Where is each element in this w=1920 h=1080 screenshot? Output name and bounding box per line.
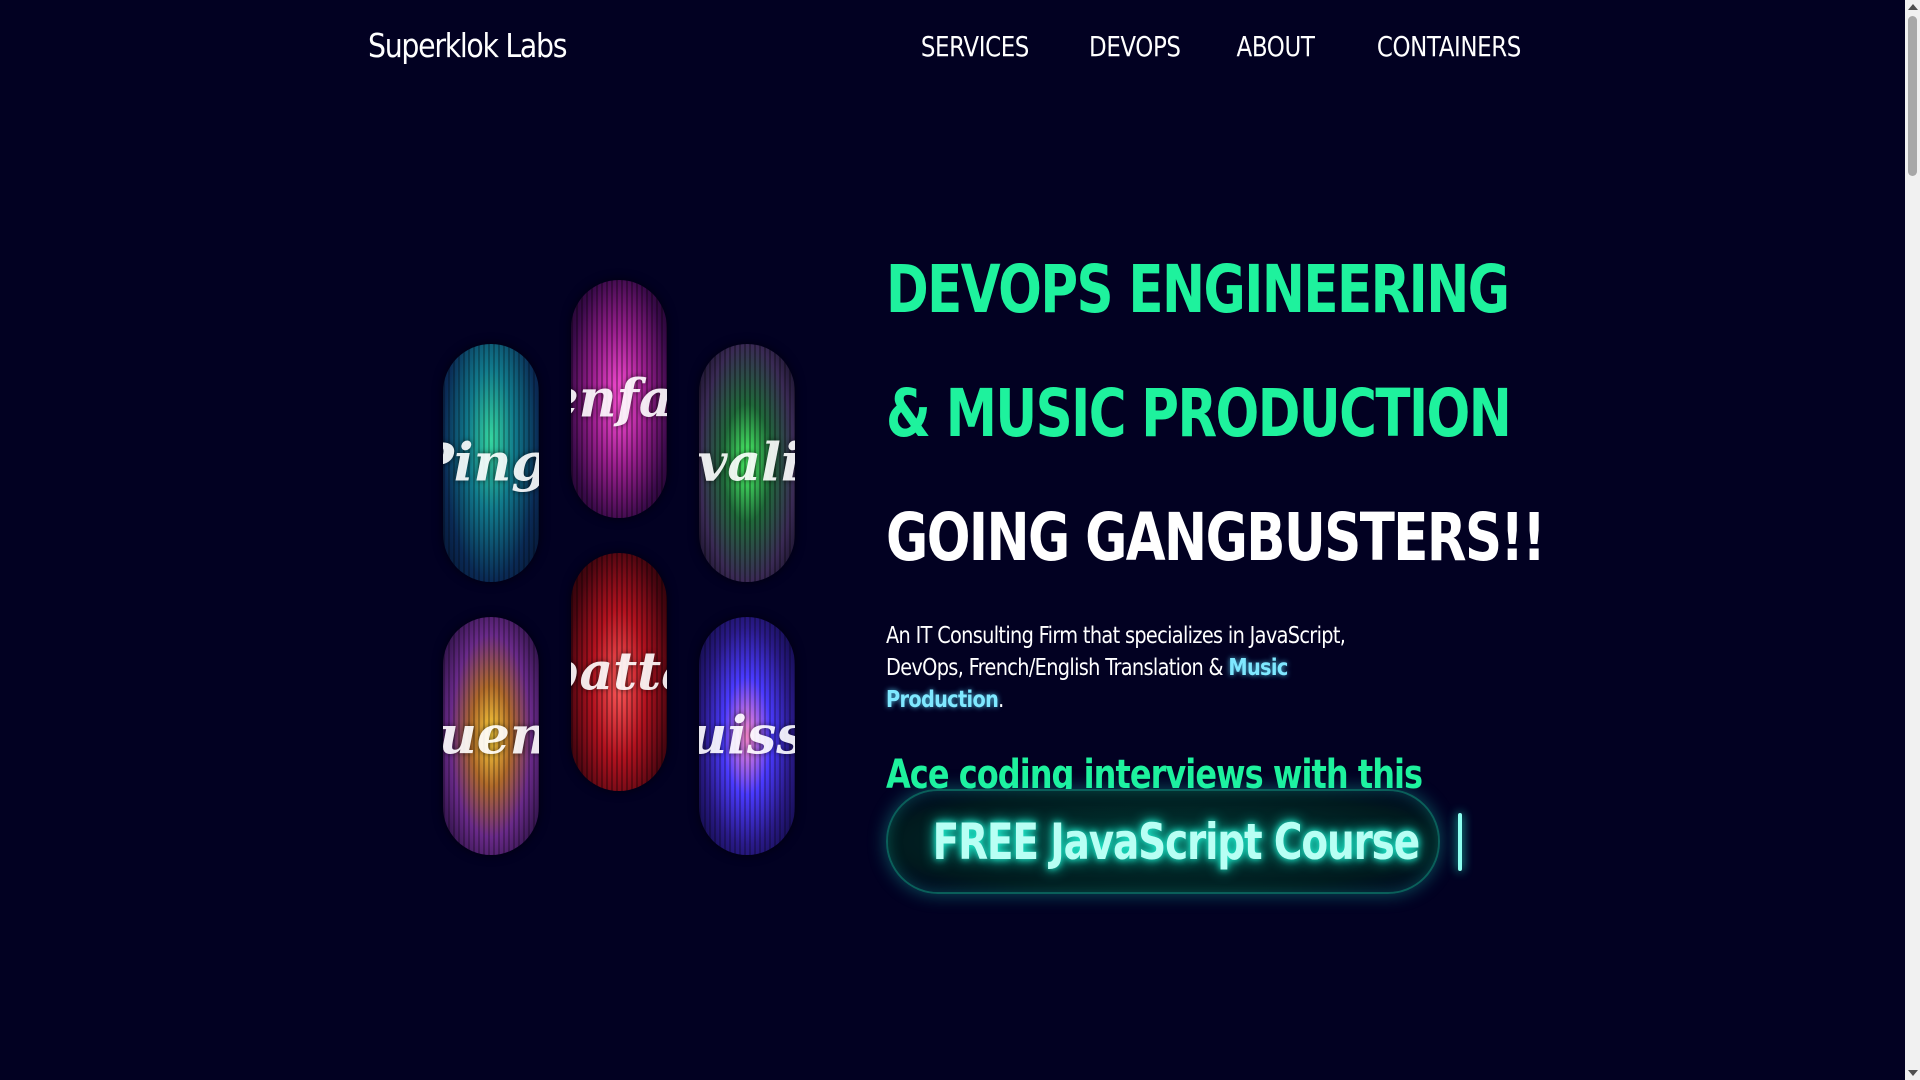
gallery-pill-5: batta [571,553,667,791]
headline-line-3: GOING GANGBUSTERS!! [886,499,1546,576]
gallery-pill-1: Pingl [443,344,539,582]
nav-about[interactable]: ABOUT [1237,30,1315,63]
nav-services[interactable]: SERVICES [921,30,1030,63]
scroll-down-arrow-icon[interactable] [1908,1070,1918,1076]
hero-section: DEVOPS ENGINEERING & MUSIC PRODUCTION GO… [886,228,1546,798]
pill-text-1: Pingl [443,432,539,494]
headline-line-1: DEVOPS ENGINEERING [886,251,1510,328]
free-javascript-course-button[interactable]: FREE JavaScript Course [886,789,1462,894]
gallery-pill-2: enfai [571,280,667,518]
gallery-pill-3: évalis [699,344,795,582]
tagline-end: . [998,687,1004,713]
scroll-thumb[interactable] [1908,16,1917,176]
pill-text-6: ouissa [699,705,795,767]
page: Superklok Labs SERVICES DEVOPS ABOUT CON… [0,0,1920,1080]
pill-text-2: enfai [571,368,667,430]
scrollbar[interactable] [1905,0,1920,1080]
tagline: An IT Consulting Firm that specializes i… [886,620,1356,716]
gallery-pill-4: quenc [443,617,539,855]
pill-text-3: évalis [699,432,795,494]
brand-logo[interactable]: Superklok Labs [368,26,568,65]
gallery-pill-6: ouissa [699,617,795,855]
headline-line-2: & MUSIC PRODUCTION [886,375,1512,452]
nav-devops[interactable]: DEVOPS [1089,30,1181,63]
nav-containers[interactable]: CONTAINERS [1377,30,1522,63]
pill-text-4: quenc [443,705,539,767]
scroll-up-arrow-icon[interactable] [1908,4,1918,10]
pill-text-5: batta [571,641,667,703]
course-thumbnail-icon [1457,812,1462,871]
main-nav: SERVICES DEVOPS ABOUT CONTAINERS [909,30,1537,63]
cta-label: FREE JavaScript Course [932,812,1421,871]
